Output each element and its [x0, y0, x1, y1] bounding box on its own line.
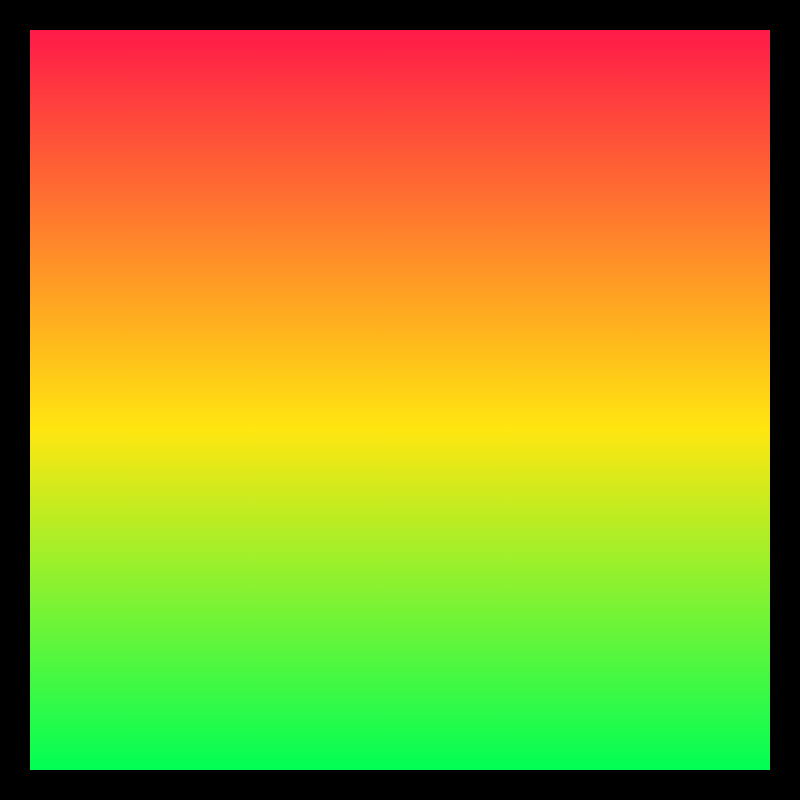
chart-container — [0, 0, 800, 800]
bottleneck-chart — [0, 0, 800, 800]
plot-area — [30, 30, 770, 770]
